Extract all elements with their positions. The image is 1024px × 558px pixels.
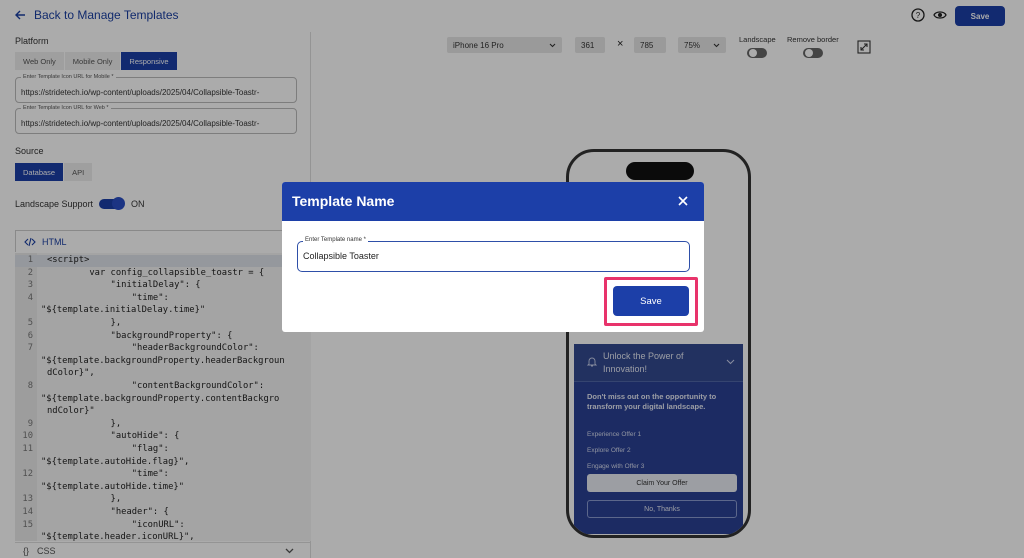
dialog-title: Template Name bbox=[292, 193, 395, 209]
template-name-input[interactable] bbox=[303, 251, 673, 261]
template-name-field: Enter Template name * bbox=[297, 237, 690, 272]
dialog-header: Template Name bbox=[282, 182, 704, 221]
template-name-dialog: Template Name Enter Template name * Save bbox=[282, 182, 704, 332]
dialog-save-button[interactable]: Save bbox=[613, 286, 689, 316]
close-icon[interactable] bbox=[678, 196, 688, 206]
template-name-label: Enter Template name * bbox=[303, 237, 368, 243]
